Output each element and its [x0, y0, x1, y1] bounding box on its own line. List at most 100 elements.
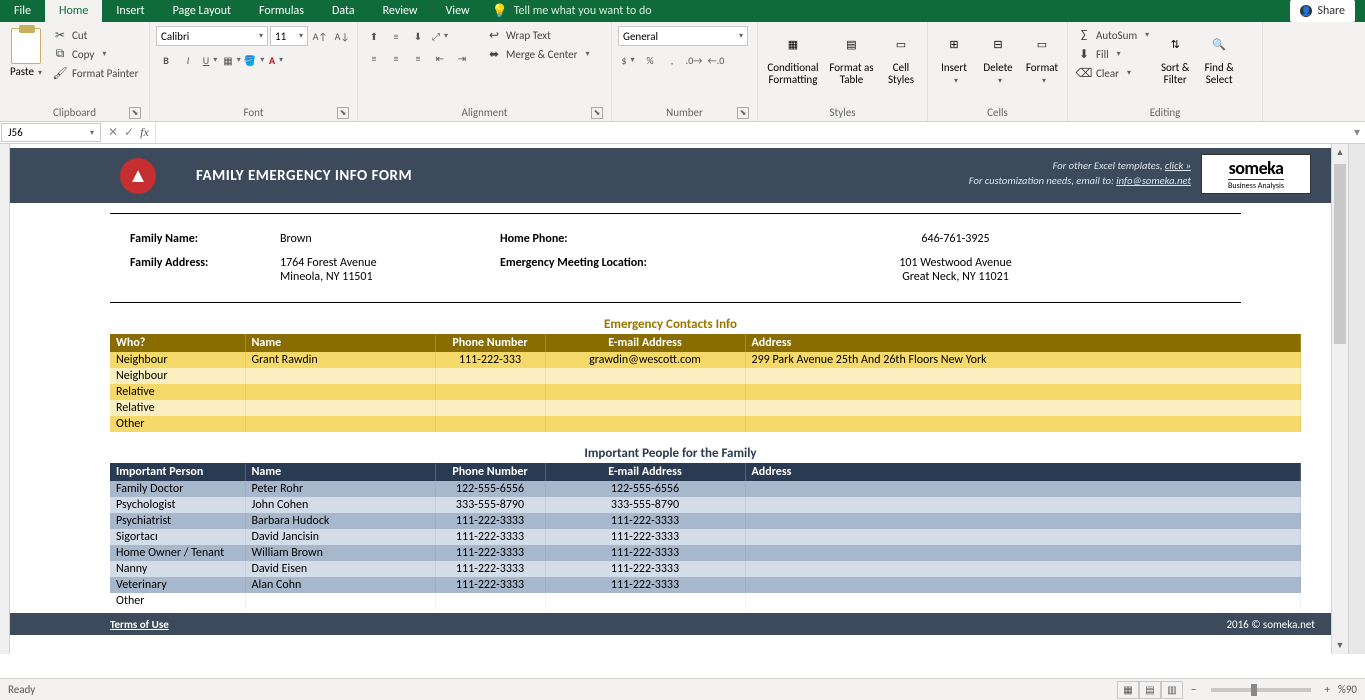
tab-view[interactable]: View — [432, 0, 484, 22]
decrease-indent-button[interactable]: ⇤ — [430, 48, 450, 68]
table-row: Other — [110, 416, 1301, 432]
terms-of-use-link[interactable]: Terms of Use — [110, 618, 169, 631]
zoom-slider[interactable] — [1211, 688, 1311, 692]
zoom-out-button[interactable]: − — [1191, 683, 1196, 696]
accounting-format-button[interactable]: $▾ — [618, 50, 638, 70]
contacts-header-name: Name — [245, 334, 435, 352]
fill-button[interactable]: ⬇Fill▾ — [1074, 45, 1151, 63]
table-row: Family DoctorPeter Rohr122-555-6556122-5… — [110, 481, 1301, 497]
contacts-table[interactable]: Who? Name Phone Number E-mail Address Ad… — [110, 334, 1301, 432]
align-top-button[interactable]: ⬆ — [364, 26, 384, 46]
format-painter-button[interactable]: 🖌Format Painter — [50, 64, 140, 82]
family-address-value[interactable]: 1764 Forest AvenueMineola, NY 11501 — [280, 256, 480, 284]
align-middle-button[interactable]: ≡ — [386, 26, 406, 46]
font-dialog-launcher[interactable]: ⬊ — [337, 107, 349, 119]
tab-data[interactable]: Data — [318, 0, 369, 22]
scroll-up-button[interactable]: ▲ — [1332, 144, 1348, 161]
zoom-in-button[interactable]: + — [1325, 683, 1330, 696]
align-left-button[interactable]: ≡ — [364, 48, 384, 68]
tab-page-layout[interactable]: Page Layout — [159, 0, 245, 22]
copy-button[interactable]: ⧉Copy▾ — [50, 45, 140, 63]
table-row: Other — [110, 593, 1301, 609]
table-row: Home Owner / TenantWilliam Brown111-222-… — [110, 545, 1301, 561]
delete-cells-icon: ⊟ — [982, 28, 1014, 60]
formula-bar: J56▾ ✕ ✓ fx ▾ — [0, 122, 1365, 144]
italic-button[interactable]: I — [178, 50, 198, 70]
tab-file[interactable]: File — [0, 0, 45, 22]
warning-icon: ▲ — [120, 158, 156, 194]
cell-styles-button[interactable]: ▭Cell Styles — [881, 26, 921, 88]
contact-email-link[interactable]: info@someka.net — [1116, 174, 1191, 187]
autosum-button[interactable]: ∑AutoSum▾ — [1074, 26, 1151, 44]
zoom-level[interactable]: %90 — [1338, 683, 1357, 696]
fx-icon[interactable]: fx — [140, 125, 149, 140]
page-break-view-button[interactable]: ▥ — [1161, 681, 1183, 699]
expand-formula-bar-button[interactable]: ▾ — [1349, 122, 1365, 143]
align-right-button[interactable]: ≡ — [408, 48, 428, 68]
wrap-icon: ↩ — [486, 27, 502, 43]
table-row: SigortacıDavid Jancisin111-222-3333111-2… — [110, 529, 1301, 545]
decrease-decimal-button[interactable]: ←.0 — [706, 50, 726, 70]
meeting-location-value[interactable]: 101 Westwood AvenueGreat Neck, NY 11021 — [690, 256, 1221, 284]
worksheet-area[interactable]: ▲ FAMILY EMERGENCY INFO FORM For other E… — [0, 144, 1365, 654]
align-center-button[interactable]: ≡ — [386, 48, 406, 68]
font-name-combo[interactable]: Calibri▾ — [156, 26, 268, 46]
tab-review[interactable]: Review — [369, 0, 432, 22]
alignment-dialog-launcher[interactable]: ⬊ — [591, 107, 603, 119]
cut-button[interactable]: ✂Cut — [50, 26, 140, 44]
wrap-text-button[interactable]: ↩Wrap Text — [484, 26, 592, 44]
merge-center-button[interactable]: ⬌Merge & Center▾ — [484, 45, 592, 63]
tab-home[interactable]: Home — [45, 0, 102, 22]
cancel-formula-button[interactable]: ✕ — [108, 125, 118, 140]
tab-insert[interactable]: Insert — [102, 0, 158, 22]
underline-button[interactable]: U▾ — [200, 50, 220, 70]
family-address-label: Family Address: — [130, 256, 260, 284]
increase-font-button[interactable]: A↑ — [310, 26, 330, 46]
share-button[interactable]: 👤Share — [1290, 0, 1355, 22]
format-cells-button[interactable]: ▭Format▾ — [1022, 26, 1062, 88]
sort-filter-button[interactable]: ⇅Sort & Filter — [1155, 26, 1195, 88]
form-footer: Terms of Use 2016 © someka.net — [10, 613, 1331, 635]
decrease-font-button[interactable]: A↓ — [332, 26, 352, 46]
percent-format-button[interactable]: % — [640, 50, 660, 70]
name-box[interactable]: J56▾ — [1, 123, 101, 142]
contacts-header-phone: Phone Number — [435, 334, 545, 352]
scroll-down-button[interactable]: ▼ — [1332, 637, 1348, 654]
insert-cells-button[interactable]: ⊞Insert▾ — [934, 26, 974, 88]
font-size-combo[interactable]: 11▾ — [270, 26, 308, 46]
enter-formula-button[interactable]: ✓ — [124, 125, 134, 140]
bold-button[interactable]: B — [156, 50, 176, 70]
clipboard-dialog-launcher[interactable]: ⬊ — [129, 107, 141, 119]
borders-button[interactable]: ▦▾ — [222, 50, 242, 70]
fill-color-button[interactable]: 🪣▾ — [244, 50, 264, 70]
find-select-button[interactable]: 🔍Find & Select — [1199, 26, 1239, 88]
delete-cells-button[interactable]: ⊟Delete▾ — [978, 26, 1018, 88]
format-as-table-button[interactable]: ▤Format as Table — [826, 26, 877, 88]
clear-button[interactable]: ⌫Clear▾ — [1074, 64, 1151, 82]
vertical-scrollbar[interactable]: ▲ ▼ — [1331, 144, 1348, 654]
copy-icon: ⧉ — [52, 46, 68, 62]
family-name-value[interactable]: Brown — [280, 232, 480, 246]
number-dialog-launcher[interactable]: ⬊ — [737, 107, 749, 119]
someka-logo: someka Business Analysis — [1201, 154, 1311, 194]
comma-format-button[interactable]: , — [662, 50, 682, 70]
tell-me-search[interactable]: 💡Tell me what you want to do — [492, 0, 652, 22]
tab-formulas[interactable]: Formulas — [245, 0, 318, 22]
formula-input[interactable] — [156, 122, 1349, 143]
normal-view-button[interactable]: ▦ — [1117, 681, 1139, 699]
conditional-formatting-button[interactable]: ▦Conditional Formatting — [764, 26, 822, 88]
paste-button[interactable]: Paste▾ — [6, 26, 46, 80]
page-layout-view-button[interactable]: ▤ — [1139, 681, 1161, 699]
increase-decimal-button[interactable]: .0→ — [684, 50, 704, 70]
font-color-button[interactable]: A▾ — [266, 50, 286, 70]
number-format-combo[interactable]: General▾ — [618, 26, 748, 46]
scroll-thumb[interactable] — [1334, 164, 1346, 344]
orientation-button[interactable]: ⤢▾ — [430, 26, 450, 46]
increase-indent-button[interactable]: ⇥ — [452, 48, 472, 68]
templates-link[interactable]: click » — [1165, 159, 1191, 172]
align-bottom-button[interactable]: ⬇ — [408, 26, 428, 46]
insert-cells-icon: ⊞ — [938, 28, 970, 60]
people-table[interactable]: Important Person Name Phone Number E-mai… — [110, 463, 1301, 609]
home-phone-value[interactable]: 646-761-3925 — [690, 232, 1221, 246]
row-headers[interactable] — [0, 144, 10, 654]
